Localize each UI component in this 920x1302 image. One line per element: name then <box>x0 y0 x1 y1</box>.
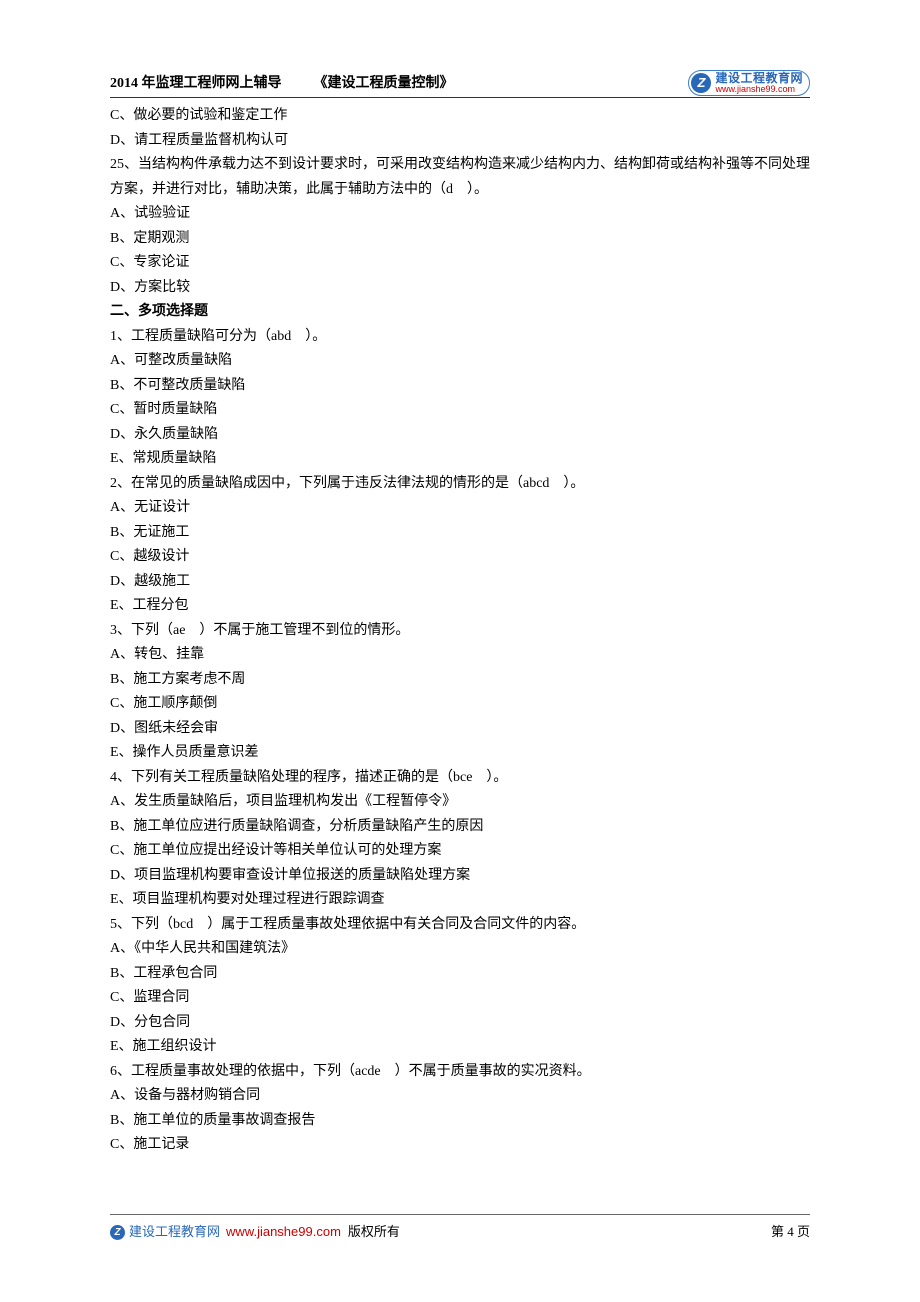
text-line: B、工程承包合同 <box>110 962 810 987</box>
text-line: C、专家论证 <box>110 251 810 276</box>
text-line: 1、工程质量缺陷可分为（abd ）。 <box>110 325 810 350</box>
text-line: A、可整改质量缺陷 <box>110 349 810 374</box>
footer-site-url: www.jianshe99.com <box>226 1221 341 1244</box>
footer-left-group: Z 建设工程教育网 www.jianshe99.com 版权所有 <box>110 1221 400 1244</box>
header-book-title: 《建设工程质量控制》 <box>314 72 454 97</box>
text-line: D、方案比较 <box>110 276 810 301</box>
header-title-group: 2014 年监理工程师网上辅导 《建设工程质量控制》 <box>110 72 454 97</box>
text-line: C、做必要的试验和鉴定工作 <box>110 104 810 129</box>
text-line: E、项目监理机构要对处理过程进行跟踪调查 <box>110 888 810 913</box>
text-line: A、试验验证 <box>110 202 810 227</box>
text-line: C、施工单位应提出经设计等相关单位认可的处理方案 <box>110 839 810 864</box>
footer-site-name: 建设工程教育网 <box>129 1221 220 1244</box>
text-line: B、不可整改质量缺陷 <box>110 374 810 399</box>
text-line: C、监理合同 <box>110 986 810 1011</box>
page-header: 2014 年监理工程师网上辅导 《建设工程质量控制》 Z 建设工程教育网 www… <box>110 70 810 98</box>
text-line: D、项目监理机构要审查设计单位报送的质量缺陷处理方案 <box>110 864 810 889</box>
text-line: B、定期观测 <box>110 227 810 252</box>
text-line: A、转包、挂靠 <box>110 643 810 668</box>
text-line: B、无证施工 <box>110 521 810 546</box>
text-line: 25、当结构构件承载力达不到设计要求时，可采用改变结构构造来减少结构内力、结构卸… <box>110 153 810 202</box>
footer-z-icon: Z <box>110 1225 125 1240</box>
logo-site-url: www.jianshe99.com <box>715 85 803 94</box>
text-line: E、施工组织设计 <box>110 1035 810 1060</box>
document-body: C、做必要的试验和鉴定工作 D、请工程质量监督机构认可 25、当结构构件承载力达… <box>110 104 810 1158</box>
logo-text-group: 建设工程教育网 www.jianshe99.com <box>715 72 803 94</box>
logo-site-name: 建设工程教育网 <box>715 72 803 85</box>
logo-z-icon: Z <box>691 73 711 93</box>
text-line: D、图纸未经会审 <box>110 717 810 742</box>
header-year-title: 2014 年监理工程师网上辅导 <box>110 72 282 97</box>
footer-copyright: 版权所有 <box>348 1221 400 1244</box>
text-line: C、施工顺序颠倒 <box>110 692 810 717</box>
text-line: D、分包合同 <box>110 1011 810 1036</box>
text-line: A、发生质量缺陷后，项目监理机构发出《工程暂停令》 <box>110 790 810 815</box>
text-line: 2、在常见的质量缺陷成因中，下列属于违反法律法规的情形的是（abcd ）。 <box>110 472 810 497</box>
text-line: E、操作人员质量意识差 <box>110 741 810 766</box>
text-line: C、暂时质量缺陷 <box>110 398 810 423</box>
text-line: B、施工单位应进行质量缺陷调查，分析质量缺陷产生的原因 <box>110 815 810 840</box>
text-line: A、设备与器材购销合同 <box>110 1084 810 1109</box>
text-line: C、越级设计 <box>110 545 810 570</box>
text-line: C、施工记录 <box>110 1133 810 1158</box>
text-line: A、无证设计 <box>110 496 810 521</box>
page-number: 第 4 页 <box>771 1221 810 1244</box>
text-line: B、施工单位的质量事故调查报告 <box>110 1109 810 1134</box>
text-line: D、请工程质量监督机构认可 <box>110 129 810 154</box>
site-logo: Z 建设工程教育网 www.jianshe99.com <box>688 70 810 96</box>
text-line: 4、下列有关工程质量缺陷处理的程序，描述正确的是（bce ）。 <box>110 766 810 791</box>
text-line: E、常规质量缺陷 <box>110 447 810 472</box>
text-line: 6、工程质量事故处理的依据中，下列（acde ）不属于质量事故的实况资料。 <box>110 1060 810 1085</box>
page-footer: Z 建设工程教育网 www.jianshe99.com 版权所有 第 4 页 <box>110 1214 810 1244</box>
text-line: 3、下列（ae ）不属于施工管理不到位的情形。 <box>110 619 810 644</box>
text-line: D、越级施工 <box>110 570 810 595</box>
text-line: E、工程分包 <box>110 594 810 619</box>
text-line: A、《中华人民共和国建筑法》 <box>110 937 810 962</box>
text-line: 5、下列（bcd ）属于工程质量事故处理依据中有关合同及合同文件的内容。 <box>110 913 810 938</box>
text-line: D、永久质量缺陷 <box>110 423 810 448</box>
text-line: B、施工方案考虑不周 <box>110 668 810 693</box>
section-heading: 二、多项选择题 <box>110 300 810 325</box>
